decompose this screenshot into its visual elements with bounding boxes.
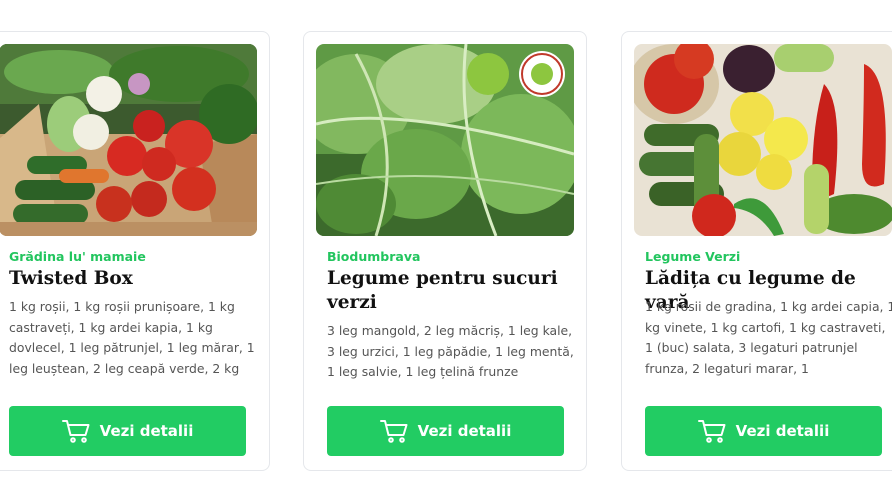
product-image[interactable] <box>316 44 574 236</box>
shopping-cart-icon <box>697 419 728 443</box>
product-card[interactable]: Grădina lu' mamaie Twisted Box 1 kg roși… <box>0 31 270 471</box>
view-details-label: Vezi detalii <box>99 422 194 440</box>
product-title[interactable]: Twisted Box <box>9 267 267 291</box>
view-details-label: Vezi detalii <box>417 422 512 440</box>
product-title[interactable]: Legume pentru sucuri verzi <box>327 267 585 315</box>
view-details-button[interactable]: Vezi detalii <box>327 406 564 456</box>
producer-name[interactable]: Legume Verzi <box>645 249 740 264</box>
product-description: 1 kg rosii de gradina, 1 kg ardei capia,… <box>645 299 892 376</box>
producer-name[interactable]: Grădina lu' mamaie <box>9 249 146 264</box>
product-description: 3 leg mangold, 2 leg măcriș, 1 leg kale,… <box>327 323 574 379</box>
view-details-label: Vezi detalii <box>735 422 830 440</box>
product-image[interactable] <box>634 44 892 236</box>
product-card[interactable]: Biodumbrava Legume pentru sucuri verzi 3… <box>303 31 587 471</box>
shopping-cart-icon <box>61 419 92 443</box>
product-image[interactable] <box>0 44 257 236</box>
product-description: 1 kg roșii, 1 kg roșii prunișoare, 1 kg … <box>9 299 255 376</box>
view-details-button[interactable]: Vezi detalii <box>645 406 882 456</box>
producer-name[interactable]: Biodumbrava <box>327 249 420 264</box>
shopping-cart-icon <box>379 419 410 443</box>
view-details-button[interactable]: Vezi detalii <box>9 406 246 456</box>
product-card[interactable]: Legume Verzi Lădița cu legume de vară 1 … <box>621 31 892 471</box>
